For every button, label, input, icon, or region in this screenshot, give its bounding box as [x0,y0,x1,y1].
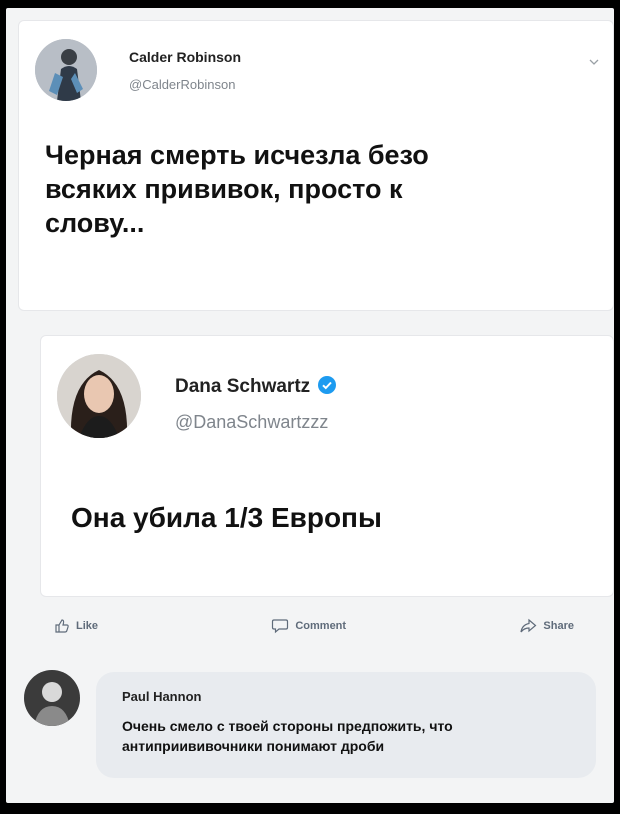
thumbs-up-icon [55,619,69,633]
comment-item: Paul Hannon Очень смело с твоей стороны … [18,664,612,784]
tweet1-author-name[interactable]: Calder Robinson [129,49,241,65]
tweet2-author-handle[interactable]: @DanaSchwartzzz [175,412,328,433]
avatar-person-icon [35,39,97,101]
tweet2-author-name[interactable]: Dana Schwartz [175,376,337,398]
avatar-paul[interactable] [24,670,80,726]
comment-icon [272,619,289,634]
comment-bubble: Paul Hannon Очень смело с твоей стороны … [96,672,596,778]
screenshot-frame: Calder Robinson @CalderRobinson Черная с… [6,8,614,803]
comment-button[interactable]: Comment [271,618,346,634]
tweet2-text: Она убила 1/3 Европы [71,502,382,533]
like-button[interactable]: Like [54,618,98,634]
tweet1-text-line: Черная смерть исчезла безо [45,140,429,170]
chevron-down-icon[interactable] [589,57,599,67]
post-action-bar: Like Comment Share [54,612,574,640]
comment-label: Comment [295,620,347,632]
comment-author-name[interactable]: Paul Hannon [122,689,201,704]
tweet2-author-name-text: Dana Schwartz [175,376,311,397]
tweet1-text-line: слову... [45,207,145,238]
tweet1-author-handle[interactable]: @CalderRobinson [129,77,235,92]
comment-text: Очень смело с твоей стороны предпожить, … [122,718,453,755]
share-label: Share [543,620,574,632]
tweet-card-calder: Calder Robinson @CalderRobinson Черная с… [18,20,614,311]
avatar-dana[interactable] [57,354,141,438]
tweet-card-dana: Dana Schwartz @DanaSchwartzzz Она убила … [40,335,614,597]
verified-badge-icon [318,376,337,394]
tweet1-text-line: всяких прививок, просто к [45,173,403,204]
avatar-person-icon [57,354,141,438]
tweet1-text: Черная смерть исчезла безо всяких привив… [45,139,429,240]
avatar-person-icon [24,670,80,726]
like-label: Like [76,620,99,632]
share-button[interactable]: Share [519,618,574,634]
avatar-calder[interactable] [35,39,97,101]
share-arrow-icon [520,618,537,633]
